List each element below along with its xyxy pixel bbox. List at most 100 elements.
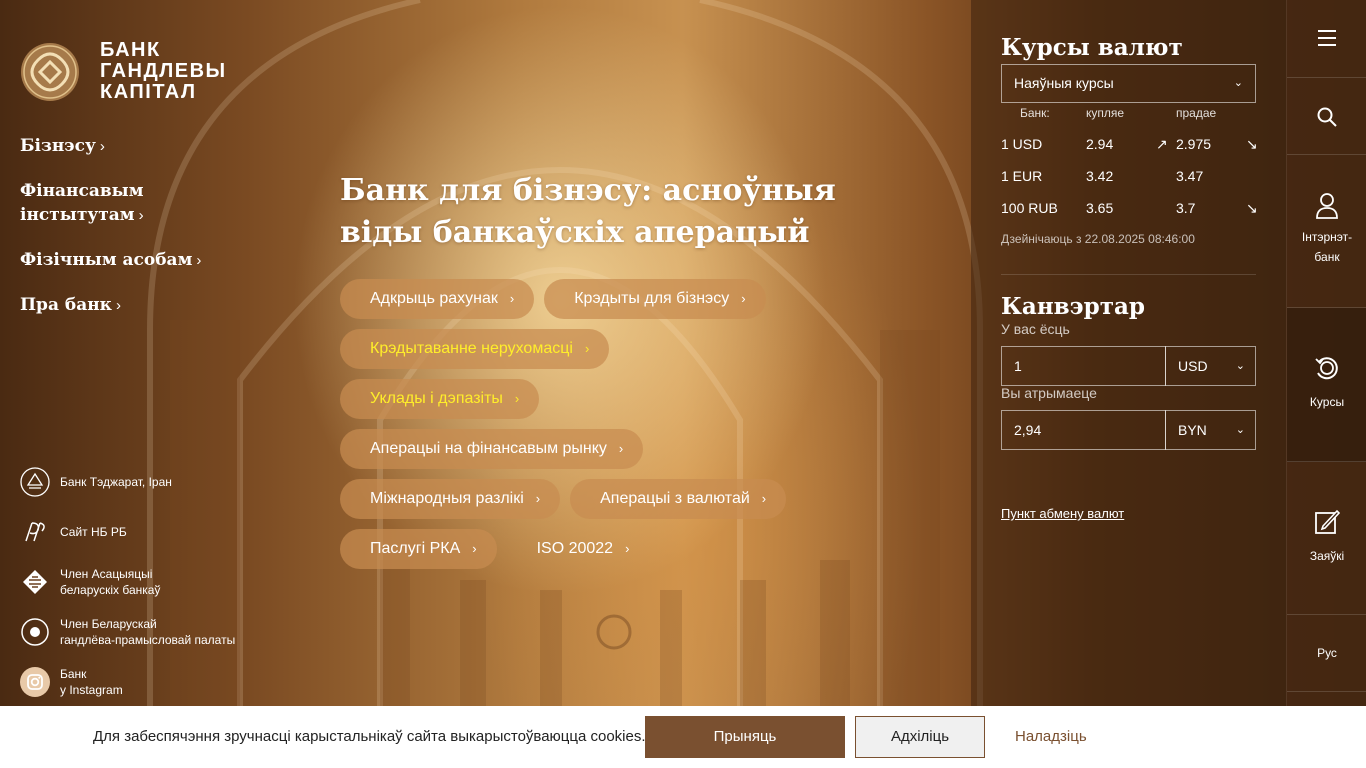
menu-button[interactable] bbox=[1287, 0, 1366, 78]
bank-logo-icon bbox=[21, 42, 79, 101]
nav-financial-institutions-label: Фінансавым bbox=[20, 181, 144, 201]
converter-title: Канвэртар bbox=[1001, 293, 1145, 320]
chevron-down-icon: ⌄ bbox=[1235, 360, 1245, 372]
nav-business[interactable]: Бізнэсу › bbox=[20, 134, 240, 159]
converter-get-input[interactable]: 2,94 bbox=[1001, 410, 1166, 450]
rate-type-select[interactable]: Наяўныя курсы ⌄ bbox=[1001, 64, 1256, 103]
nav-individuals-label: Фізічным асобам bbox=[20, 250, 193, 270]
partner-instagram-line-1: Банк bbox=[60, 667, 87, 681]
rate-currency: 100 RUB bbox=[1001, 200, 1058, 216]
rka-services-button[interactable]: Паслугі РКА › bbox=[340, 529, 497, 569]
search-button[interactable] bbox=[1287, 78, 1366, 155]
user-icon bbox=[1316, 193, 1338, 219]
partner-banks-association[interactable]: Член Асацыяцыі беларускіх банкаў bbox=[20, 566, 260, 598]
business-loans-button[interactable]: Крэдыты для бізнэсу › bbox=[544, 279, 766, 319]
language-switch[interactable]: Рус bbox=[1287, 615, 1366, 692]
cookie-settings-link[interactable]: Наладзіць bbox=[1015, 728, 1087, 745]
open-account-button[interactable]: Адкрыць рахунак › bbox=[340, 279, 535, 319]
requests-button[interactable]: Заяўкі bbox=[1287, 462, 1366, 615]
banks-association-icon bbox=[20, 567, 50, 597]
pill-label: Аперацыі на фінансавым рынку bbox=[370, 440, 607, 457]
partner-tejarat-bank-label: Банк Тэджарат, Іран bbox=[60, 474, 172, 490]
converter-have-label: У вас ёсць bbox=[1001, 321, 1070, 337]
internet-bank-button[interactable]: Інтэрнэт- банк bbox=[1287, 155, 1366, 308]
real-estate-lending-button[interactable]: Крэдытаванне нерухомасці › bbox=[340, 329, 610, 369]
partner-links: Банк Тэджарат, Іран Сайт НБ РБ Член Асац… bbox=[20, 466, 260, 716]
converter-have-currency-value: USD bbox=[1178, 358, 1208, 374]
pill-label: Паслугі РКА bbox=[370, 540, 461, 557]
chevron-right-icon: › bbox=[618, 441, 624, 456]
service-row: Паслугі РКА › ISO 20022 › bbox=[340, 529, 860, 569]
service-row: Адкрыць рахунак › Крэдыты для бізнэсу › bbox=[340, 279, 860, 319]
exchange-office-link[interactable]: Пункт абмену валют bbox=[1001, 506, 1124, 521]
international-settlements-button[interactable]: Міжнародныя разлікі › bbox=[340, 479, 561, 519]
converter-get-label: Вы атрымаеце bbox=[1001, 385, 1097, 401]
chevron-right-icon: › bbox=[99, 138, 105, 155]
service-row: Крэдытаванне нерухомасці › bbox=[340, 329, 860, 369]
converter-get-currency-value: BYN bbox=[1178, 422, 1207, 438]
page-title-line-2: віды банкаўскіх аперацый bbox=[340, 215, 810, 250]
partner-instagram-label: Банк у Instagram bbox=[60, 666, 123, 698]
converter-have-currency-select[interactable]: USD ⌄ bbox=[1165, 346, 1256, 386]
nav-about-bank[interactable]: Пра банк › bbox=[20, 293, 240, 318]
financial-market-operations-button[interactable]: Аперацыі на фінансавым рынку › bbox=[340, 429, 644, 469]
deposits-button[interactable]: Уклады і дэпазіты › bbox=[340, 379, 540, 419]
partner-instagram[interactable]: Банк у Instagram bbox=[20, 666, 260, 698]
partner-chamber-label: Член Беларускай гандлёва-прамысловай пал… bbox=[60, 616, 235, 648]
partner-association-line-2: беларускіх банкаў bbox=[60, 583, 161, 597]
converter-have-input[interactable]: 1 bbox=[1001, 346, 1166, 386]
nav-financial-institutions[interactable]: Фінансавым інстытутам › bbox=[20, 179, 240, 228]
rate-row-eur: 1 EUR 3.42 3.47 bbox=[1001, 168, 1256, 188]
partner-chamber-line-2: гандлёва-прамысловай палаты bbox=[60, 633, 236, 647]
chamber-of-commerce-icon bbox=[20, 617, 50, 647]
iso-20022-button[interactable]: ISO 20022 › bbox=[507, 529, 650, 569]
chevron-right-icon: › bbox=[514, 391, 520, 406]
bank-logo-text: БАНК ГАНДЛЕВЫ КАПІТАЛ bbox=[100, 40, 227, 103]
chevron-right-icon: › bbox=[535, 491, 541, 506]
chevron-right-icon: › bbox=[196, 252, 202, 269]
rate-buy: 3.65 bbox=[1086, 200, 1114, 216]
partner-chamber-of-commerce[interactable]: Член Беларускай гандлёва-прамысловай пал… bbox=[20, 616, 260, 648]
divider bbox=[1001, 274, 1256, 275]
rates-col-sell: прадае bbox=[1176, 106, 1217, 120]
service-row: Уклады і дэпазіты › bbox=[340, 379, 860, 419]
arrow-down-right-icon: ↘ bbox=[1246, 200, 1258, 216]
chevron-right-icon: › bbox=[509, 291, 515, 306]
partner-nbrb[interactable]: Сайт НБ РБ bbox=[20, 516, 260, 548]
internet-bank-label-2: банк bbox=[1314, 250, 1340, 264]
pill-label: Міжнародныя разлікі bbox=[370, 490, 524, 507]
chevron-right-icon: › bbox=[625, 541, 630, 556]
rates-button-label: Курсы bbox=[1309, 395, 1345, 409]
partner-tejarat-bank[interactable]: Банк Тэджарат, Іран bbox=[20, 466, 260, 498]
rate-buy: 3.42 bbox=[1086, 168, 1114, 184]
rate-currency: 1 USD bbox=[1001, 136, 1043, 152]
currency-operations-button[interactable]: Аперацыі з валютай › bbox=[570, 479, 787, 519]
partner-instagram-line-2: у Instagram bbox=[60, 683, 123, 697]
nav-about-bank-label: Пра банк bbox=[20, 295, 112, 315]
edit-icon bbox=[1315, 509, 1340, 534]
converter-get-currency-select[interactable]: BYN ⌄ bbox=[1165, 410, 1256, 450]
language-label: Рус bbox=[1317, 646, 1337, 660]
rates-title: Курсы валют bbox=[1001, 34, 1183, 61]
tejarat-bank-icon bbox=[20, 467, 50, 497]
rate-type-value: Наяўныя курсы bbox=[1014, 75, 1114, 91]
rate-row-rub: 100 RUB 3.65 3.7 ↘ bbox=[1001, 200, 1258, 220]
pill-label: Крэдытаванне нерухомасці bbox=[370, 340, 573, 357]
refresh-rates-icon bbox=[1315, 357, 1338, 380]
arrow-down-right-icon: ↘ bbox=[1246, 136, 1258, 152]
service-row: Аперацыі на фінансавым рынку › bbox=[340, 429, 860, 469]
bank-logo[interactable]: БАНК ГАНДЛЕВЫ КАПІТАЛ bbox=[20, 40, 227, 103]
pill-label: Адкрыць рахунак bbox=[370, 290, 498, 307]
cookie-message: Для забеспячэння зручнасці карыстальніка… bbox=[93, 728, 646, 745]
chevron-right-icon: › bbox=[741, 291, 746, 306]
nav-individuals[interactable]: Фізічным асобам › bbox=[20, 248, 240, 273]
decline-cookies-button[interactable]: Адхіліць bbox=[855, 716, 985, 758]
nav-business-label: Бізнэсу bbox=[20, 136, 96, 156]
accept-cookies-button[interactable]: Прыняць bbox=[645, 716, 845, 758]
partner-association-line-1: Член Асацыяцыі bbox=[60, 567, 153, 581]
rates-col-buy: купляе bbox=[1086, 106, 1125, 120]
pill-label: Уклады і дэпазіты bbox=[370, 390, 503, 407]
rates-button[interactable]: Курсы bbox=[1287, 308, 1366, 462]
pill-label: ISO 20022 bbox=[536, 540, 614, 557]
pill-label: Аперацыі з валютай bbox=[600, 490, 750, 507]
